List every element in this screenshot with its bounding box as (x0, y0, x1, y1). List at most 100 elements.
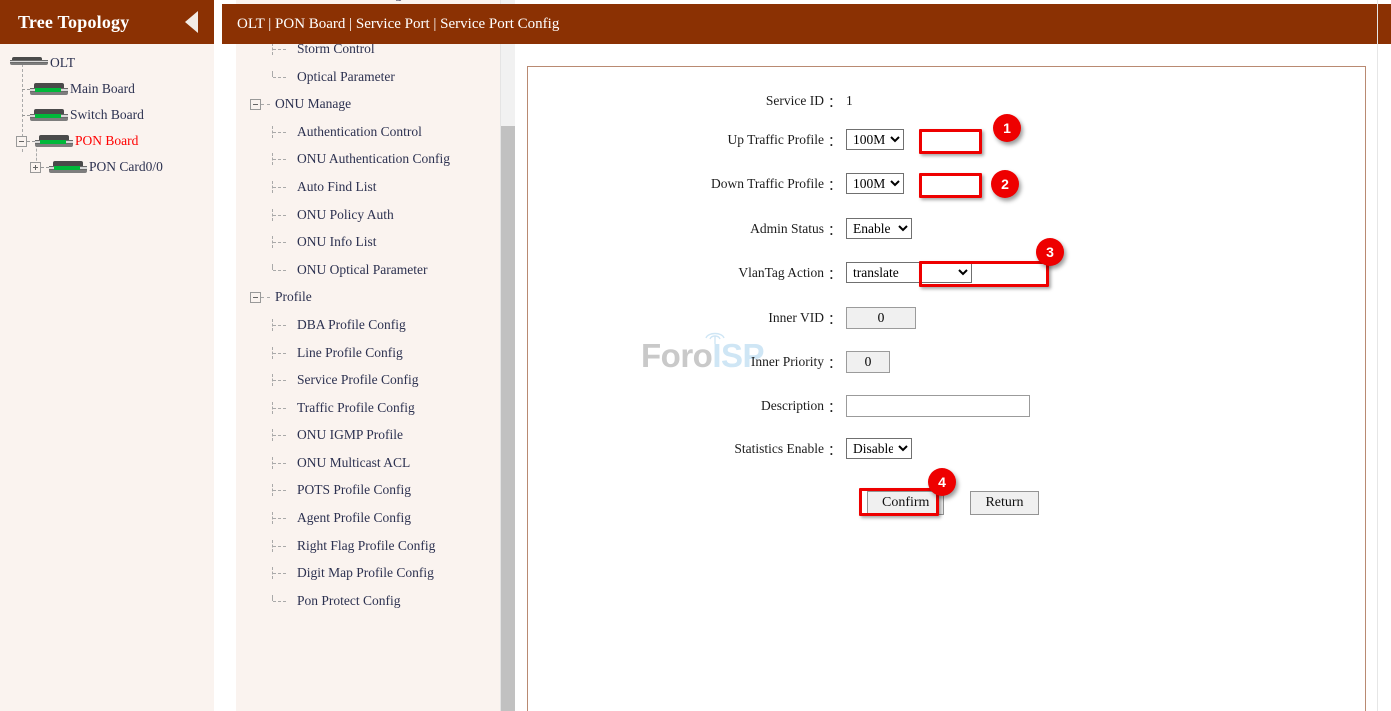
device-board-icon (35, 134, 73, 148)
inner-vid-control (840, 307, 916, 329)
tree-connector (272, 401, 294, 414)
menu-item-digit-map-profile-config[interactable]: Digit Map Profile Config (236, 559, 501, 587)
service-id-value: 1 (846, 93, 853, 108)
tree-connector (272, 263, 294, 276)
tree-topology-panel: Tree Topology OLT Main Board Switch Boar… (0, 0, 214, 711)
inner-priority-input[interactable] (846, 351, 890, 373)
tree-connector (272, 567, 294, 580)
navigation-menu-panel: Port Extend Config Port Rate Limit Storm… (236, 0, 515, 711)
menu-item-label: Agent Profile Config (297, 510, 411, 526)
tree-expand-toggle-icon[interactable] (30, 161, 41, 173)
tree-connector (272, 429, 294, 442)
tree-topology-title: Tree Topology (18, 11, 130, 32)
menu-item-label: Service Profile Config (297, 372, 419, 388)
menu-item-onu-multicast-acl[interactable]: ONU Multicast ACL (236, 449, 501, 477)
tree-connector (272, 318, 294, 331)
service-id-label: Service ID (765, 93, 824, 108)
tree-connector (272, 456, 294, 469)
tree-node-switch-board[interactable]: Switch Board (0, 102, 214, 128)
menu-item-label: ONU Optical Parameter (297, 261, 428, 277)
tree-collapse-toggle-icon[interactable] (250, 98, 261, 110)
menu-item-right-flag-profile-config[interactable]: Right Flag Profile Config (236, 532, 501, 560)
form-row-service-id: Service ID ： 1 (528, 91, 1228, 111)
antenna-signal-icon (705, 332, 725, 344)
form-actions: Confirm Return (528, 491, 1228, 515)
admin-status-control: Enable (840, 218, 912, 239)
menu-item-label: Line Profile Config (297, 344, 403, 360)
scrollbar-thumb[interactable] (501, 126, 515, 711)
tree-connector (272, 594, 294, 607)
menu-group-profile[interactable]: Profile (236, 284, 501, 312)
menu-item-label: Port Extend Config (294, 0, 402, 2)
menu-item-dba-profile-config[interactable]: DBA Profile Config (236, 311, 501, 339)
label-colon: ： (828, 266, 842, 282)
form-row-inner-priority: Inner Priority ： (528, 351, 1228, 373)
menu-item-pon-protect-config[interactable]: Pon Protect Config (236, 587, 501, 615)
menu-item-onu-igmp-profile[interactable]: ONU IGMP Profile (236, 422, 501, 450)
menu-item-onu-info-list[interactable]: ONU Info List (236, 228, 501, 256)
menu-item-service-profile-config[interactable]: Service Profile Config (236, 366, 501, 394)
tree-node-label: PON Board (75, 133, 139, 148)
tree-connector (272, 153, 294, 166)
menu-item-authentication-control[interactable]: Authentication Control (236, 118, 501, 146)
label-colon: ： (828, 356, 842, 371)
tree-node-label: OLT (50, 55, 76, 70)
tree-topology-header: Tree Topology (0, 0, 214, 44)
admin-status-select[interactable]: Enable (846, 218, 912, 239)
up-traffic-profile-select[interactable]: 100M (846, 129, 904, 150)
down-traffic-profile-select[interactable]: 100M (846, 173, 904, 194)
menu-item-label: Traffic Profile Config (297, 399, 415, 415)
menu-item-label: ONU Info List (297, 234, 377, 250)
description-input[interactable] (846, 395, 1030, 417)
up-traffic-profile-control: 100M (840, 129, 904, 150)
tree-connector (272, 484, 294, 497)
tree-connector (272, 42, 294, 55)
menu-item-label: Pon Protect Config (297, 592, 401, 608)
tree-node-main-board[interactable]: Main Board (0, 76, 214, 102)
description-label: Description (761, 398, 824, 413)
application-window: Tree Topology OLT Main Board Switch Boar… (0, 0, 1391, 711)
admin-status-label: Admin Status (750, 220, 824, 236)
navigation-menu-list: Port Extend Config Port Rate Limit Storm… (236, 0, 501, 615)
form-row-statistics-enable: Statistics Enable ： Disable (528, 438, 1228, 459)
tree-collapse-toggle-icon[interactable] (16, 135, 27, 147)
form-row-description: Description ： (528, 395, 1228, 417)
menu-item-onu-policy-auth[interactable]: ONU Policy Auth (236, 201, 501, 229)
tree-collapse-toggle-icon[interactable] (250, 291, 261, 303)
tree-node-pon-card[interactable]: PON Card0/0 (0, 154, 214, 180)
label-colon: ： (828, 222, 842, 238)
device-board-icon (49, 160, 87, 174)
menu-group-onu-manage[interactable]: ONU Manage (236, 90, 501, 118)
page-right-edge (1377, 0, 1378, 711)
return-button[interactable]: Return (970, 491, 1039, 515)
vlantag-action-select[interactable]: translate (846, 262, 972, 283)
tree-connector (261, 103, 270, 105)
menu-item-pots-profile-config[interactable]: POTS Profile Config (236, 477, 501, 505)
down-traffic-profile-label: Down Traffic Profile (711, 175, 824, 191)
menu-item-optical-parameter[interactable]: Optical Parameter (236, 63, 501, 91)
tree-node-pon-board[interactable]: PON Board (0, 128, 214, 154)
tree-connector (272, 236, 294, 249)
menu-item-traffic-profile-config[interactable]: Traffic Profile Config (236, 394, 501, 422)
label-colon: ： (828, 442, 842, 458)
label-colon: ： (828, 312, 842, 327)
menu-item-auto-find-list[interactable]: Auto Find List (236, 173, 501, 201)
statistics-enable-select[interactable]: Disable (846, 438, 912, 459)
confirm-button[interactable]: Confirm (867, 491, 945, 515)
label-colon: ： (828, 95, 842, 110)
menu-item-onu-authentication-config[interactable]: ONU Authentication Config (236, 146, 501, 174)
inner-vid-input[interactable] (846, 307, 916, 329)
tree-connector (272, 346, 294, 359)
collapse-panel-icon[interactable] (185, 11, 198, 33)
statistics-enable-label: Statistics Enable (734, 440, 824, 456)
form-row-admin-status: Admin Status ： Enable (528, 218, 1228, 239)
menu-item-label: Right Flag Profile Config (297, 537, 436, 553)
menu-item-line-profile-config[interactable]: Line Profile Config (236, 339, 501, 367)
label-colon: ： (828, 133, 842, 149)
tree-node-olt[interactable]: OLT (0, 50, 214, 76)
menu-item-label: Authentication Control (297, 123, 422, 139)
menu-scrollbar[interactable] (500, 0, 515, 711)
menu-item-agent-profile-config[interactable]: Agent Profile Config (236, 504, 501, 532)
down-traffic-profile-control: 100M (840, 173, 904, 194)
menu-item-onu-optical-parameter[interactable]: ONU Optical Parameter (236, 256, 501, 284)
